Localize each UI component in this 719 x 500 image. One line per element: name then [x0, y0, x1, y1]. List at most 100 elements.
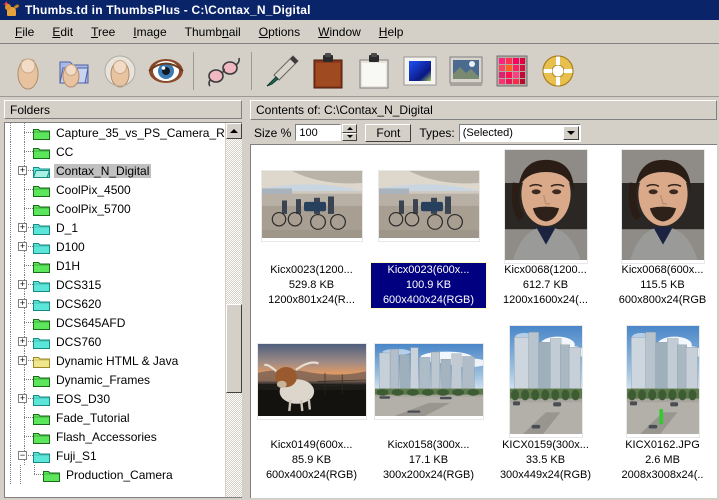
thumbnail-image-box[interactable]: [487, 320, 604, 438]
toolbar-thumbnail-folder-icon[interactable]: [52, 49, 96, 93]
thumbnail-caption[interactable]: Kicx0149(600x... 85.9 KB 600x400x24(RGB): [254, 438, 369, 483]
menu-item-tree[interactable]: Tree: [82, 23, 124, 41]
toolbar-thumbnail-magnify-icon[interactable]: [98, 49, 142, 93]
tree-item-dynamic-frames[interactable]: Dynamic_Frames: [5, 370, 226, 389]
thumbnail-item[interactable]: Kicx0149(600x... 85.9 KB 600x400x24(RGB): [253, 320, 370, 495]
thumbnail-image-cyclists-under-bridge[interactable]: [377, 170, 480, 242]
thumbnail-image-portrait-man[interactable]: [503, 148, 588, 264]
spinner-down-button[interactable]: [342, 132, 358, 141]
spinner-up-button[interactable]: [342, 124, 358, 133]
toolbar-paintbrush-edit-icon[interactable]: [260, 49, 304, 93]
toolbar-lifesaver-help-icon[interactable]: [536, 49, 580, 93]
tree-expander-cell[interactable]: +: [15, 218, 33, 237]
tree-item-dcs645afd[interactable]: DCS645AFD: [5, 313, 226, 332]
tree-item-dcs315[interactable]: + DCS315: [5, 275, 226, 294]
font-button[interactable]: Font: [365, 123, 412, 142]
thumbnail-image-city-skyline-tall-person[interactable]: [625, 324, 700, 438]
tree-item-coolpix-4500[interactable]: CoolPix_4500: [5, 180, 226, 199]
tree-item-eos-d30[interactable]: + EOS_D30: [5, 389, 226, 408]
toolbar-clipboard-white-icon[interactable]: [352, 49, 396, 93]
tree-item-d100[interactable]: + D100: [5, 237, 226, 256]
menu-item-image[interactable]: Image: [124, 23, 175, 41]
tree-item-contax-n-digital[interactable]: + Contax_N_Digital: [5, 161, 226, 180]
tree-expander-cell[interactable]: +: [15, 332, 33, 351]
tree-item-coolpix-5700[interactable]: CoolPix_5700: [5, 199, 226, 218]
tree-item-dcs620[interactable]: + DCS620: [5, 294, 226, 313]
tree-expander-plus[interactable]: +: [18, 337, 27, 346]
tree-expander-plus[interactable]: +: [18, 356, 27, 365]
thumbnail-item[interactable]: KICX0159(300x... 33.5 KB 300x449x24(RGB): [487, 320, 604, 495]
thumbnail-image-box[interactable]: [604, 145, 717, 264]
thumbnail-caption[interactable]: Kicx0068(600x... 115.5 KB 600x800x24(RGB: [605, 263, 717, 308]
menu-item-edit[interactable]: Edit: [43, 23, 82, 41]
tree-expander-cell[interactable]: +: [15, 161, 33, 180]
thumbnail-image-box[interactable]: [253, 145, 370, 263]
tree-expander-minus[interactable]: −: [18, 451, 27, 460]
toolbar-eye-view-icon[interactable]: [144, 49, 188, 93]
thumbnail-caption[interactable]: Kicx0158(300x... 17.1 KB 300x200x24(RGB): [371, 438, 486, 483]
tree-item-capture-35-vs-ps-camera-r[interactable]: Capture_35_vs_PS_Camera_R: [5, 123, 226, 142]
menu-item-window[interactable]: Window: [309, 23, 370, 41]
menu-item-options[interactable]: Options: [250, 23, 309, 41]
thumbnail-item[interactable]: Kicx0158(300x... 17.1 KB 300x200x24(RGB): [370, 320, 487, 495]
thumbnail-item[interactable]: KICX0162.JPG 2.6 MB 2008x3008x24(..: [604, 320, 717, 495]
folder-tree-scrollbar[interactable]: [225, 123, 242, 497]
thumbnail-image-box[interactable]: [253, 320, 370, 438]
thumbnail-image-city-skyline-tall[interactable]: [508, 324, 583, 438]
thumbnail-view[interactable]: Kicx0023(1200... 529.8 KB 1200x801x24(R...…: [250, 144, 717, 498]
thumbnail-image-box[interactable]: [370, 145, 487, 263]
folder-tree[interactable]: Capture_35_vs_PS_Camera_R CC + Contax_N_Dig…: [4, 122, 242, 498]
tree-item-dcs760[interactable]: + DCS760: [5, 332, 226, 351]
toolbar-glasses-preview-icon[interactable]: [202, 49, 246, 93]
thumbnail-image-portrait-man[interactable]: [620, 148, 705, 264]
tree-item-dynamic-html-java[interactable]: + Dynamic HTML & Java: [5, 351, 226, 370]
thumbnail-item[interactable]: Kicx0023(600x... 100.9 KB 600x400x24(RGB): [370, 145, 487, 320]
tree-expander-cell[interactable]: +: [15, 351, 33, 370]
tree-item-production-camera[interactable]: Production_Camera: [5, 465, 226, 484]
tree-expander-cell[interactable]: +: [15, 389, 33, 408]
tree-expander-cell[interactable]: +: [15, 294, 33, 313]
tree-item-fade-tutorial[interactable]: Fade_Tutorial: [5, 408, 226, 427]
thumbnail-item[interactable]: Kicx0023(1200... 529.8 KB 1200x801x24(R...: [253, 145, 370, 320]
tree-expander-plus[interactable]: +: [18, 299, 27, 308]
tree-item-fuji-s1[interactable]: − Fuji_S1: [5, 446, 226, 465]
tree-expander-plus[interactable]: +: [18, 280, 27, 289]
menu-item-thumbnail[interactable]: Thumbnail: [176, 23, 250, 41]
thumbnail-item[interactable]: Kicx0068(600x... 115.5 KB 600x800x24(RGB: [604, 145, 717, 320]
menu-item-file[interactable]: File: [6, 23, 43, 41]
thumbnail-image-box[interactable]: [370, 320, 487, 438]
tree-expander-plus[interactable]: +: [18, 242, 27, 251]
thumbnail-caption[interactable]: KICX0162.JPG 2.6 MB 2008x3008x24(..: [605, 438, 717, 483]
tree-item-d-1[interactable]: + D_1: [5, 218, 226, 237]
size-percent-input[interactable]: 100: [295, 124, 342, 141]
thumbnail-caption[interactable]: Kicx0068(1200... 612.7 KB 1200x1600x24(...: [488, 263, 603, 308]
tree-expander-plus[interactable]: +: [18, 166, 27, 175]
menu-item-help[interactable]: Help: [370, 23, 413, 41]
thumbnail-caption[interactable]: Kicx0023(1200... 529.8 KB 1200x801x24(R...: [254, 263, 369, 308]
thumbnail-item[interactable]: Kicx0068(1200... 612.7 KB 1200x1600x24(...: [487, 145, 604, 320]
toolbar-thumbnail-icon[interactable]: [6, 49, 50, 93]
tree-expander-plus[interactable]: +: [18, 223, 27, 232]
toolbar-image-frame-icon[interactable]: [444, 49, 488, 93]
tree-expander-plus[interactable]: +: [18, 394, 27, 403]
tree-item-flash-accessories[interactable]: Flash_Accessories: [5, 427, 226, 446]
thumbnail-image-longhorn-cow-sunset[interactable]: [256, 342, 367, 420]
toolbar-color-grid-icon[interactable]: [490, 49, 534, 93]
toolbar-clipboard-brown-icon[interactable]: [306, 49, 350, 93]
tree-item-d1h[interactable]: D1H: [5, 256, 226, 275]
tree-item-cc[interactable]: CC: [5, 142, 226, 161]
scrollbar-thumb[interactable]: [226, 303, 242, 394]
tree-expander-cell[interactable]: +: [15, 275, 33, 294]
thumbnail-image-box[interactable]: [487, 145, 604, 264]
scroll-up-button[interactable]: [226, 123, 242, 139]
types-combobox[interactable]: (Selected): [458, 123, 581, 142]
tree-expander-cell[interactable]: +: [15, 237, 33, 256]
tree-expander-cell[interactable]: −: [15, 446, 33, 465]
thumbnail-caption[interactable]: KICX0159(300x... 33.5 KB 300x449x24(RGB): [488, 438, 603, 483]
size-percent-spinner[interactable]: [342, 124, 358, 141]
thumbnail-image-box[interactable]: [604, 320, 717, 438]
chevron-down-icon[interactable]: [562, 125, 579, 140]
thumbnail-image-city-skyline-wide[interactable]: [373, 342, 484, 420]
thumbnail-image-cyclists-under-bridge[interactable]: [260, 170, 363, 242]
thumbnail-caption[interactable]: Kicx0023(600x... 100.9 KB 600x400x24(RGB): [370, 262, 487, 309]
